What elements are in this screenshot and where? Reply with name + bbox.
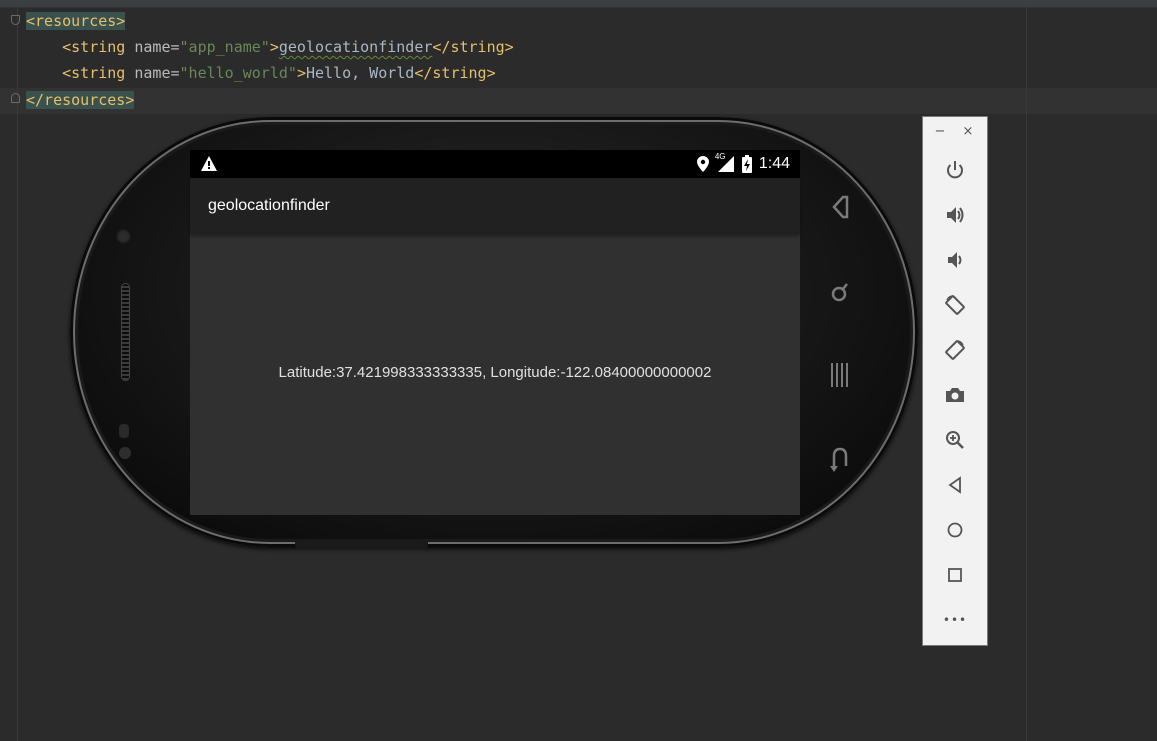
location-label: Latitude:37.421998333333335, Longitude:-… <box>278 364 712 381</box>
network-type-label: 4G <box>714 152 726 161</box>
speaker-grille <box>121 283 130 381</box>
code-line-3[interactable]: <string name="hello_world">Hello, World<… <box>26 62 496 84</box>
volume-down-icon <box>948 252 962 268</box>
more-button[interactable]: ••• <box>942 607 968 633</box>
rotate-left-icon <box>945 295 965 315</box>
current-line-highlight <box>0 88 1157 114</box>
string-tag-start: <string <box>62 38 135 56</box>
battery-icon <box>741 155 752 173</box>
string-end-tag: </string> <box>432 38 514 56</box>
resources-close-tag: </resources> <box>26 91 135 109</box>
location-icon <box>696 156 709 172</box>
code-line-2[interactable]: <string name="app_name">geolocationfinde… <box>26 36 514 58</box>
zoom-icon <box>946 431 964 449</box>
rotate-right-button[interactable] <box>942 337 968 363</box>
fold-close-icon[interactable] <box>11 93 20 103</box>
attr-name: name= <box>134 64 180 82</box>
string-text: geolocationfinder <box>278 38 433 56</box>
camera-icon <box>946 388 964 402</box>
app-bar: geolocationfinder <box>190 178 800 234</box>
rotate-left-button[interactable] <box>942 292 968 318</box>
back-icon <box>948 476 961 494</box>
string-end-tag: </string> <box>414 64 496 82</box>
front-camera-icon <box>116 229 131 244</box>
search-key-icon[interactable] <box>828 275 852 309</box>
home-key-icon[interactable] <box>828 190 852 224</box>
code-line-4[interactable]: </resources> <box>26 89 135 111</box>
status-clock: 1:44 <box>758 155 790 172</box>
warning-icon <box>201 156 217 171</box>
status-bar: 4G 1:44 <box>190 150 800 178</box>
attr-value: "hello_world" <box>179 64 297 82</box>
string-text: Hello, World <box>305 64 415 82</box>
led-icon <box>119 447 131 459</box>
volume-up-icon <box>947 207 964 223</box>
tag-close: > <box>296 64 306 82</box>
zoom-button[interactable] <box>942 427 968 453</box>
overview-button[interactable] <box>942 562 968 588</box>
home-button[interactable] <box>942 517 968 543</box>
back-button[interactable] <box>942 472 968 498</box>
emulator-toolbar: − × ••• <box>922 116 988 646</box>
rotate-right-icon <box>945 340 965 360</box>
close-button[interactable]: × <box>961 125 975 139</box>
volume-up-button[interactable] <box>942 202 968 228</box>
editor-gutter <box>17 7 18 741</box>
editor-tab-strip <box>0 0 1157 8</box>
screenshot-button[interactable] <box>942 382 968 408</box>
more-icon: ••• <box>942 613 968 627</box>
power-button[interactable] <box>942 157 968 183</box>
signal-icon: 4G <box>714 152 735 173</box>
attr-value: "app_name" <box>179 38 270 56</box>
minimize-button[interactable]: − <box>933 125 947 139</box>
status-icons: 4G 1:44 <box>696 150 790 178</box>
volume-down-button[interactable] <box>942 247 968 273</box>
tag-close: > <box>269 38 279 56</box>
power-icon <box>947 161 963 179</box>
right-margin-guide <box>1026 7 1027 741</box>
home-icon <box>947 522 963 538</box>
device-bottom-edge <box>295 541 428 549</box>
resources-open-tag: <resources> <box>26 12 126 30</box>
back-key-icon[interactable] <box>828 442 852 476</box>
sensor-icon <box>119 424 129 438</box>
fold-open-icon[interactable] <box>11 15 20 25</box>
menu-key-icon[interactable] <box>828 358 852 392</box>
attr-name: name= <box>134 38 180 56</box>
overview-icon <box>948 568 962 582</box>
code-line-1[interactable]: <resources> <box>26 10 126 32</box>
app-title: geolocationfinder <box>208 197 330 214</box>
device-screen[interactable]: 4G 1:44 geolocationfinder Latitude:37.42… <box>190 150 800 515</box>
string-tag-start: <string <box>62 64 135 82</box>
